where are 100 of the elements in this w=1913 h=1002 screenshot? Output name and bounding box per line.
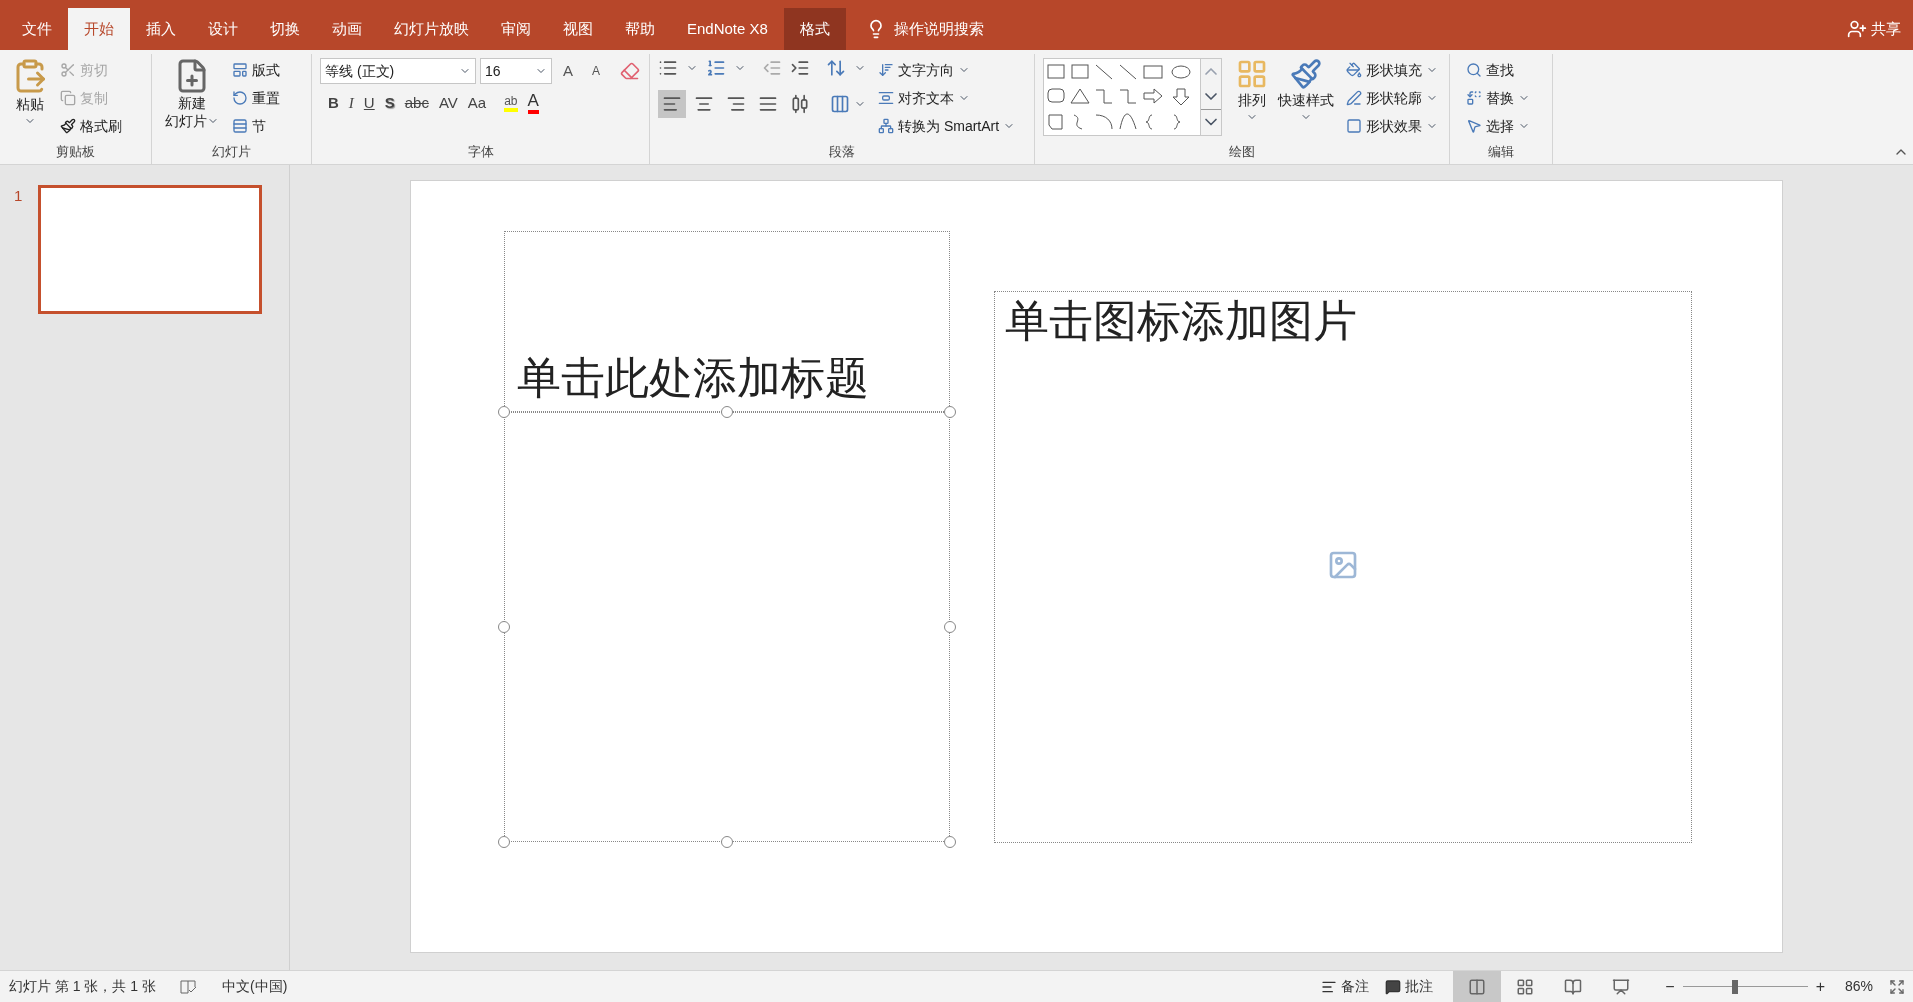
slide-option-button[interactable]: 重置 — [232, 86, 280, 110]
arrange-icon — [1236, 58, 1268, 90]
new-slide-button[interactable]: 新建 幻灯片 — [160, 58, 224, 130]
slide-count-text: 幻灯片 第 1 张，共 1 张 — [8, 977, 157, 996]
speech-bubble-icon — [1385, 978, 1402, 995]
resize-handle[interactable] — [721, 406, 733, 418]
resize-handle[interactable] — [721, 836, 733, 848]
slide-number: 1 — [14, 186, 23, 206]
text-direction-icon — [878, 62, 894, 78]
paint-bucket-icon — [1346, 62, 1362, 78]
paragraph-option-button[interactable]: 文字方向 — [878, 58, 1016, 82]
ribbon-tab[interactable]: EndNote X8 — [671, 8, 784, 50]
zoom-out-button[interactable]: − — [1665, 974, 1675, 999]
fit-slide-icon[interactable] — [1889, 978, 1905, 995]
columns-icon[interactable] — [830, 94, 850, 114]
copy-icon — [60, 90, 76, 106]
shape-format-button[interactable]: 形状效果 — [1346, 114, 1438, 138]
eraser-icon[interactable] — [620, 61, 640, 81]
format-button[interactable]: B — [328, 92, 339, 115]
ribbon-tab[interactable]: 插入 — [130, 8, 192, 50]
spell-check-icon[interactable] — [180, 978, 199, 995]
smartart-icon — [878, 118, 894, 134]
ribbon-tab[interactable]: 设计 — [192, 8, 254, 50]
clipboard-button[interactable]: 格式刷 — [60, 114, 122, 138]
ribbon-tab[interactable]: 格式 — [783, 8, 846, 50]
ribbon-tab[interactable]: 文件 — [6, 8, 68, 50]
align-text-icon — [878, 90, 894, 106]
resize-handle[interactable] — [498, 406, 510, 418]
ribbon-tab[interactable]: 审阅 — [485, 8, 547, 50]
insert-picture-icon[interactable] — [1327, 549, 1359, 581]
search-icon — [1466, 62, 1482, 78]
paintbrush-icon — [60, 118, 76, 134]
zoom-slider[interactable] — [1682, 979, 1808, 994]
group-label: 绘图 — [1229, 143, 1255, 162]
ribbon-tab[interactable]: 开始 — [68, 8, 130, 50]
shrink-font-button[interactable]: A — [584, 62, 608, 80]
paintbrush-icon — [1290, 58, 1322, 90]
picture-prompt-text: 单击图标添加图片 — [1004, 295, 1358, 347]
ribbon-tab[interactable]: 切换 — [254, 8, 316, 50]
editing-button[interactable]: 替换 — [1466, 86, 1530, 110]
font-color-button[interactable]: A — [527, 92, 539, 115]
zoom-percent-text[interactable]: 86% — [1844, 976, 1873, 997]
paragraph-option-button[interactable]: 对齐文本 — [878, 86, 1016, 110]
layout-icon — [232, 62, 248, 78]
format-button[interactable]: Aa — [467, 92, 487, 115]
pen-icon — [1346, 90, 1362, 106]
quick-styles-button[interactable]: 快速样式 — [1278, 58, 1334, 123]
picture-placeholder[interactable]: 单击图标添加图片 — [994, 291, 1692, 843]
format-button[interactable]: I — [348, 92, 354, 115]
group-label: 段落 — [829, 143, 855, 162]
view-icon[interactable] — [1453, 970, 1502, 1002]
slide-thumbnail[interactable] — [38, 185, 263, 314]
slide-option-button[interactable]: 版式 — [232, 58, 280, 82]
language-text[interactable]: 中文(中国) — [222, 976, 288, 997]
user-icon — [1847, 19, 1867, 39]
editing-button[interactable]: 选择 — [1466, 114, 1530, 138]
ribbon-tab[interactable]: 视图 — [547, 8, 609, 50]
decrease-indent-icon[interactable] — [762, 58, 782, 78]
resize-handle[interactable] — [944, 836, 956, 848]
ribbon-tab[interactable]: 动画 — [316, 8, 378, 50]
editing-button[interactable]: 查找 — [1466, 58, 1530, 82]
resize-handle[interactable] — [944, 406, 956, 418]
shape-format-button[interactable]: 形状填充 — [1346, 58, 1438, 82]
group-label: 编辑 — [1488, 143, 1514, 162]
resize-handle[interactable] — [498, 621, 510, 633]
align-icon[interactable] — [658, 90, 686, 118]
highlight-button[interactable]: ab — [504, 94, 518, 113]
resize-handle[interactable] — [498, 836, 510, 848]
grow-font-button[interactable]: A — [556, 59, 580, 83]
comments-button[interactable]: 批注 — [1377, 976, 1442, 997]
font-size-field[interactable]: 16 — [480, 58, 552, 84]
font-name-field[interactable]: 等线 (正文) — [320, 58, 476, 84]
square-icon — [1346, 118, 1362, 134]
group-label: 字体 — [467, 143, 494, 162]
format-button[interactable]: abc — [404, 92, 429, 115]
tell-me-field[interactable]: 操作说明搜索 — [893, 17, 984, 41]
format-button[interactable]: S — [384, 92, 395, 115]
ribbon-tab[interactable]: 帮助 — [609, 8, 671, 50]
group-label: 幻灯片 — [212, 143, 251, 162]
slide-option-button[interactable]: 节 — [232, 114, 280, 138]
format-button[interactable]: U — [363, 92, 375, 115]
replace-icon — [1466, 90, 1482, 106]
shape-gallery[interactable] — [1043, 58, 1222, 136]
scissors-icon — [60, 62, 76, 78]
format-button[interactable]: AV — [438, 92, 458, 115]
share-button[interactable]: 共享 — [1847, 8, 1913, 50]
paragraph-option-button[interactable]: 转换为 SmartArt — [878, 114, 1016, 138]
zoom-in-button[interactable]: + — [1815, 974, 1825, 999]
notes-button[interactable]: 备注 — [1313, 976, 1378, 997]
ribbon-tab[interactable]: 幻灯片放映 — [378, 8, 485, 50]
increase-indent-icon[interactable] — [790, 58, 810, 78]
numbering-icon[interactable] — [706, 58, 726, 78]
paste-button[interactable]: 粘贴 — [8, 58, 52, 127]
shape-format-button[interactable]: 形状轮廓 — [1346, 86, 1438, 110]
section-icon — [232, 118, 248, 134]
resize-handle[interactable] — [944, 621, 956, 633]
arrange-button[interactable]: 排列 — [1234, 58, 1270, 123]
bullets-icon[interactable] — [658, 58, 678, 78]
line-spacing-icon[interactable] — [826, 58, 846, 78]
zoom-slider-thumb[interactable] — [1732, 979, 1739, 994]
